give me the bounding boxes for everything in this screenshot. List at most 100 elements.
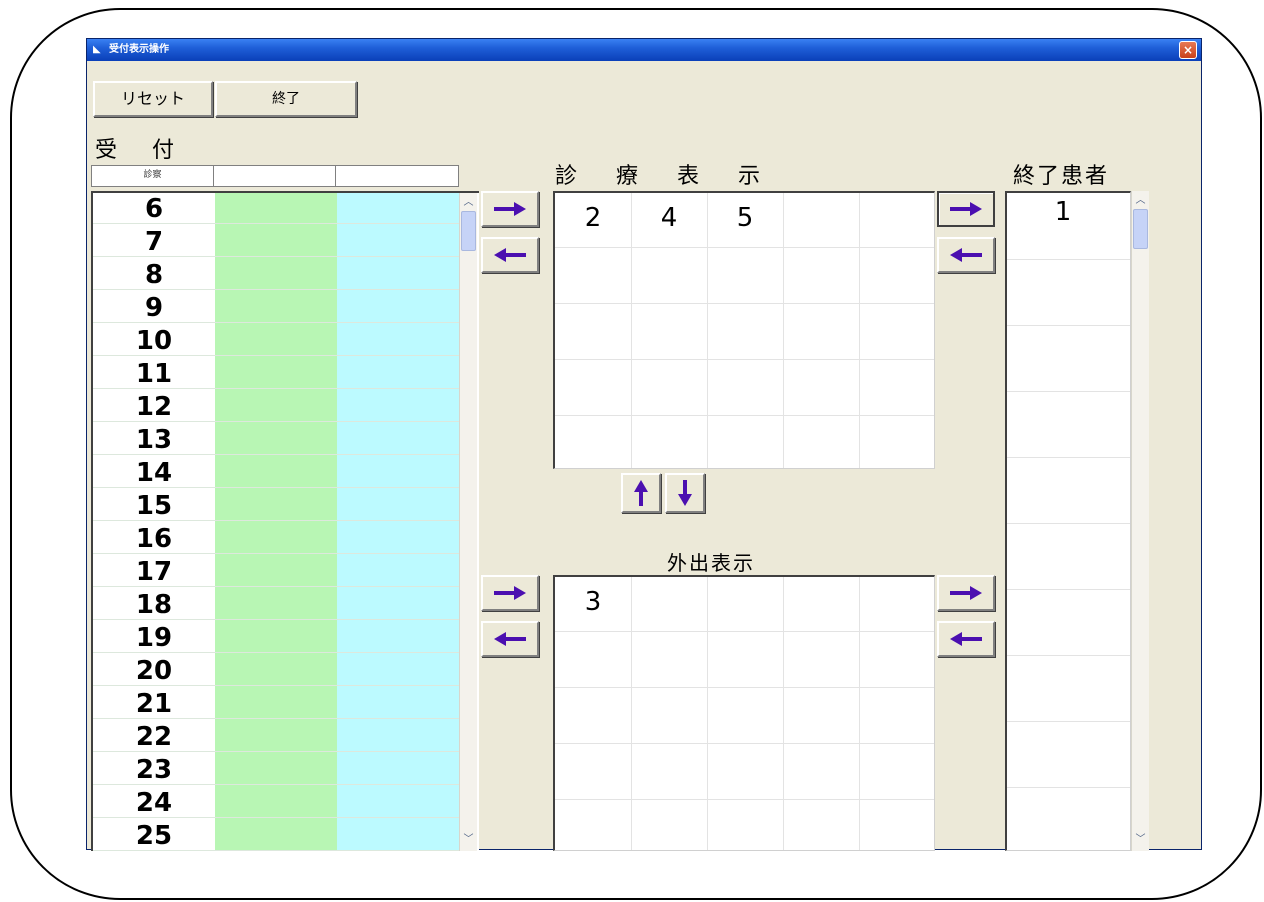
reception-row[interactable]: 21: [93, 688, 459, 719]
reception-number: 25: [135, 821, 173, 851]
reception-number: 10: [135, 326, 173, 356]
reception-row[interactable]: 20: [93, 655, 459, 686]
reception-row[interactable]: 6: [93, 193, 459, 224]
reception-row[interactable]: 16: [93, 523, 459, 554]
scroll-thumb[interactable]: [461, 211, 476, 251]
treatment-item[interactable]: 4: [631, 203, 707, 233]
grid-line: [707, 577, 708, 850]
reception-row[interactable]: 23: [93, 754, 459, 785]
reception-number: 12: [135, 392, 173, 422]
reception-row[interactable]: 19: [93, 622, 459, 653]
reception-row[interactable]: 17: [93, 556, 459, 587]
arrow-up-icon: [634, 480, 648, 506]
grid-line: [631, 577, 632, 850]
reception-row[interactable]: 25: [93, 820, 459, 851]
reception-row[interactable]: 15: [93, 490, 459, 521]
reception-number: 15: [135, 491, 173, 521]
out-item[interactable]: 3: [555, 587, 631, 617]
grid-line: [1007, 589, 1130, 590]
reception-number: 19: [135, 623, 173, 653]
grid-line: [555, 359, 934, 360]
arrow-left-icon: [494, 248, 526, 262]
out-to-finished-button[interactable]: [937, 575, 995, 611]
grid-line: [1007, 721, 1130, 722]
grid-line: [1007, 457, 1130, 458]
end-button[interactable]: 終了: [215, 81, 357, 117]
move-from-out-button[interactable]: [481, 621, 539, 657]
arrow-left-icon: [950, 632, 982, 646]
grid-line: [631, 193, 632, 468]
reception-number: 24: [135, 788, 173, 818]
finished-item[interactable]: 1: [1025, 197, 1101, 227]
app-window: ◣ 受付表示操作 × リセット 終了 受 付 診 療 表 示 終了患者 外出表示…: [86, 38, 1202, 851]
finished-to-out-button[interactable]: [937, 621, 995, 657]
scroll-down-icon[interactable]: ﹀: [1133, 832, 1148, 847]
window-title: 受付表示操作: [109, 44, 169, 55]
reception-number: 20: [135, 656, 173, 686]
title-bar: ◣ 受付表示操作 ×: [87, 39, 1201, 61]
reception-row[interactable]: 7: [93, 226, 459, 257]
move-to-finished-button[interactable]: [937, 191, 995, 227]
reception-number: 6: [144, 194, 164, 224]
finished-scrollbar[interactable]: ︿ ﹀: [1131, 191, 1149, 851]
reception-row[interactable]: 9: [93, 292, 459, 323]
treatment-display-label: 診 療 表 示: [555, 164, 776, 189]
out-list[interactable]: 3: [553, 575, 935, 851]
finished-list[interactable]: 1: [1005, 191, 1131, 851]
reception-header-cell: [336, 166, 458, 186]
grid-line: [555, 631, 934, 632]
scroll-up-icon[interactable]: ︿: [1133, 193, 1148, 208]
reception-header-cell: [214, 166, 336, 186]
arrow-down-icon: [678, 480, 692, 506]
scroll-down-icon[interactable]: ﹀: [461, 832, 476, 847]
reception-grid[interactable]: 6 7 8 9 10 11 12 13 14 15 16 17 18 19 20 21 22 23 24 25 ︿ ﹀: [91, 191, 479, 851]
reset-button[interactable]: リセット: [93, 81, 213, 117]
grid-line: [783, 577, 784, 850]
reception-number: 17: [135, 557, 173, 587]
move-down-button[interactable]: [665, 473, 705, 513]
arrow-right-icon: [494, 586, 526, 600]
arrow-left-icon: [950, 248, 982, 262]
grid-line: [555, 247, 934, 248]
grid-line: [859, 193, 860, 468]
reception-row[interactable]: 13: [93, 424, 459, 455]
move-from-finished-button[interactable]: [937, 237, 995, 273]
move-to-out-button[interactable]: [481, 575, 539, 611]
treatment-list[interactable]: 2 4 5: [553, 191, 935, 469]
move-up-button[interactable]: [621, 473, 661, 513]
out-display-label: 外出表示: [667, 551, 755, 575]
reception-row[interactable]: 8: [93, 259, 459, 290]
move-from-treatment-button[interactable]: [481, 237, 539, 273]
arrow-right-icon: [950, 586, 982, 600]
reception-row[interactable]: 14: [93, 457, 459, 488]
grid-line: [1007, 523, 1130, 524]
close-button[interactable]: ×: [1179, 41, 1197, 59]
reception-label: 受 付: [95, 138, 188, 163]
grid-line: [555, 743, 934, 744]
grid-line: [859, 577, 860, 850]
reception-row[interactable]: 24: [93, 787, 459, 818]
reception-row[interactable]: 18: [93, 589, 459, 620]
treatment-item[interactable]: 2: [555, 203, 631, 233]
reception-row[interactable]: 22: [93, 721, 459, 752]
reception-number: 21: [135, 689, 173, 719]
arrow-right-icon: [950, 202, 982, 216]
reception-row[interactable]: 11: [93, 358, 459, 389]
reception-scrollbar[interactable]: ︿ ﹀: [459, 193, 477, 851]
scroll-up-icon[interactable]: ︿: [461, 195, 476, 210]
grid-line: [555, 687, 934, 688]
app-icon: ◣: [93, 44, 101, 55]
reception-row[interactable]: 10: [93, 325, 459, 356]
reception-number: 23: [135, 755, 173, 785]
treatment-item[interactable]: 5: [707, 203, 783, 233]
grid-line: [1007, 259, 1130, 260]
reception-number: 7: [144, 227, 164, 257]
reception-number: 9: [144, 293, 164, 323]
reception-row[interactable]: 12: [93, 391, 459, 422]
arrow-right-icon: [494, 202, 526, 216]
finished-patients-label: 終了患者: [1013, 164, 1110, 189]
reception-number: 11: [135, 359, 173, 389]
move-to-treatment-button[interactable]: [481, 191, 539, 227]
scroll-thumb[interactable]: [1133, 209, 1148, 249]
reception-number: 22: [135, 722, 173, 752]
